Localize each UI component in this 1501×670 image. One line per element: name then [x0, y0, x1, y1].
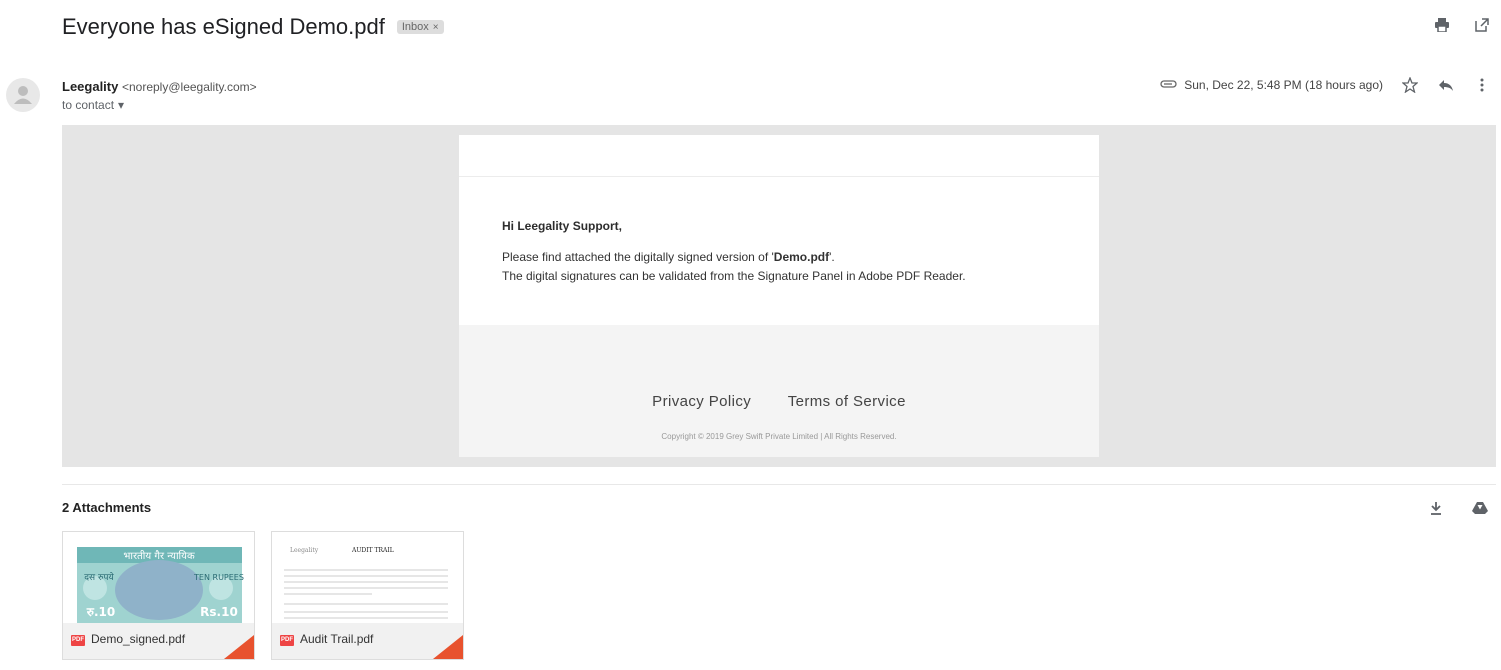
header-actions: [1433, 16, 1491, 34]
page-fold-icon: [433, 635, 463, 659]
avatar[interactable]: [6, 78, 40, 112]
attachment-card-demo-signed[interactable]: भारतीय गैर न्यायिक दस रुपये TEN RUPEES र…: [62, 531, 255, 660]
attachments-title: 2 Attachments: [62, 500, 152, 515]
sender-email: <noreply@leegality.com>: [121, 80, 257, 94]
label-text: Inbox: [401, 21, 429, 33]
page-fold-icon: [224, 635, 254, 659]
greeting-text: Hi Leegality Support,: [502, 219, 623, 233]
recipient-text: to contact: [62, 98, 115, 112]
stamp-top-text: भारतीय गैर न्यायिक: [123, 550, 195, 562]
subject-title: Everyone has eSigned Demo.pdf: [62, 14, 385, 39]
pdf-icon: PDF: [280, 635, 294, 646]
body-line-1: Please find attached the digitally signe…: [502, 250, 835, 264]
more-vert-icon[interactable]: [1473, 76, 1491, 94]
date-text: Sun, Dec 22, 5:48 PM (18 hours ago): [1184, 78, 1383, 92]
message-date: Sun, Dec 22, 5:48 PM (18 hours ago): [1160, 78, 1383, 92]
email-footer: Privacy Policy Terms of Service Copyrigh…: [459, 325, 1099, 457]
stamp-right-text: TEN RUPEES: [193, 573, 244, 582]
inbox-label-chip[interactable]: Inbox ×: [396, 20, 444, 34]
attachment-thumbnail: Leegality AUDIT TRAIL: [272, 532, 463, 623]
svg-text:Leegality: Leegality: [290, 547, 319, 554]
recipient-line[interactable]: to contact ▾: [62, 98, 124, 112]
line1-suffix: '.: [829, 250, 835, 264]
attachment-card-audit-trail[interactable]: Leegality AUDIT TRAIL PDF Audit Trail.pd…: [271, 531, 464, 660]
line1-prefix: Please find attached the digitally signe…: [502, 250, 774, 264]
message-meta: Sun, Dec 22, 5:48 PM (18 hours ago): [1160, 76, 1491, 94]
email-card-header: [459, 135, 1099, 177]
attachment-thumbnail: भारतीय गैर न्यायिक दस रुपये TEN RUPEES र…: [63, 532, 254, 623]
email-body-background: Hi Leegality Support, Please find attach…: [62, 125, 1496, 467]
email-subject: Everyone has eSigned Demo.pdf Inbox ×: [62, 14, 444, 40]
sender-name[interactable]: Leegality: [62, 79, 118, 94]
remove-label-button[interactable]: ×: [433, 22, 439, 33]
attachment-icon: [1160, 78, 1178, 92]
stamp-value-right: Rs.10: [200, 605, 238, 619]
copyright-text: Copyright © 2019 Grey Swift Private Limi…: [661, 432, 897, 441]
sender-info: Leegality <noreply@leegality.com>: [62, 79, 257, 94]
pdf-icon: PDF: [71, 635, 85, 646]
attachment-actions: [1427, 499, 1489, 517]
star-icon[interactable]: [1401, 76, 1419, 94]
privacy-policy-link[interactable]: Privacy Policy: [652, 393, 751, 410]
attachment-bar: PDF Audit Trail.pdf: [272, 623, 463, 659]
line1-filename: Demo.pdf: [773, 250, 830, 264]
attachment-bar: PDF Demo_signed.pdf: [63, 623, 254, 659]
email-card: Hi Leegality Support, Please find attach…: [459, 135, 1099, 457]
terms-of-service-link[interactable]: Terms of Service: [788, 393, 906, 410]
reply-icon[interactable]: [1437, 76, 1455, 94]
footer-links: Privacy Policy Terms of Service: [459, 393, 1099, 410]
print-icon[interactable]: [1433, 16, 1451, 34]
stamp-value-left: रु.10: [86, 605, 115, 619]
body-line-2: The digital signatures can be validated …: [502, 269, 966, 283]
save-to-drive-icon[interactable]: [1471, 499, 1489, 517]
stamp-left-text: दस रुपये: [84, 571, 114, 583]
download-all-icon[interactable]: [1427, 499, 1445, 517]
open-in-new-window-icon[interactable]: [1473, 16, 1491, 34]
attachment-filename: Demo_signed.pdf: [91, 632, 186, 646]
chevron-down-icon[interactable]: ▾: [118, 98, 124, 112]
doc-heading: AUDIT TRAIL: [351, 547, 394, 554]
attachment-filename: Audit Trail.pdf: [300, 632, 374, 646]
divider: [62, 484, 1496, 485]
